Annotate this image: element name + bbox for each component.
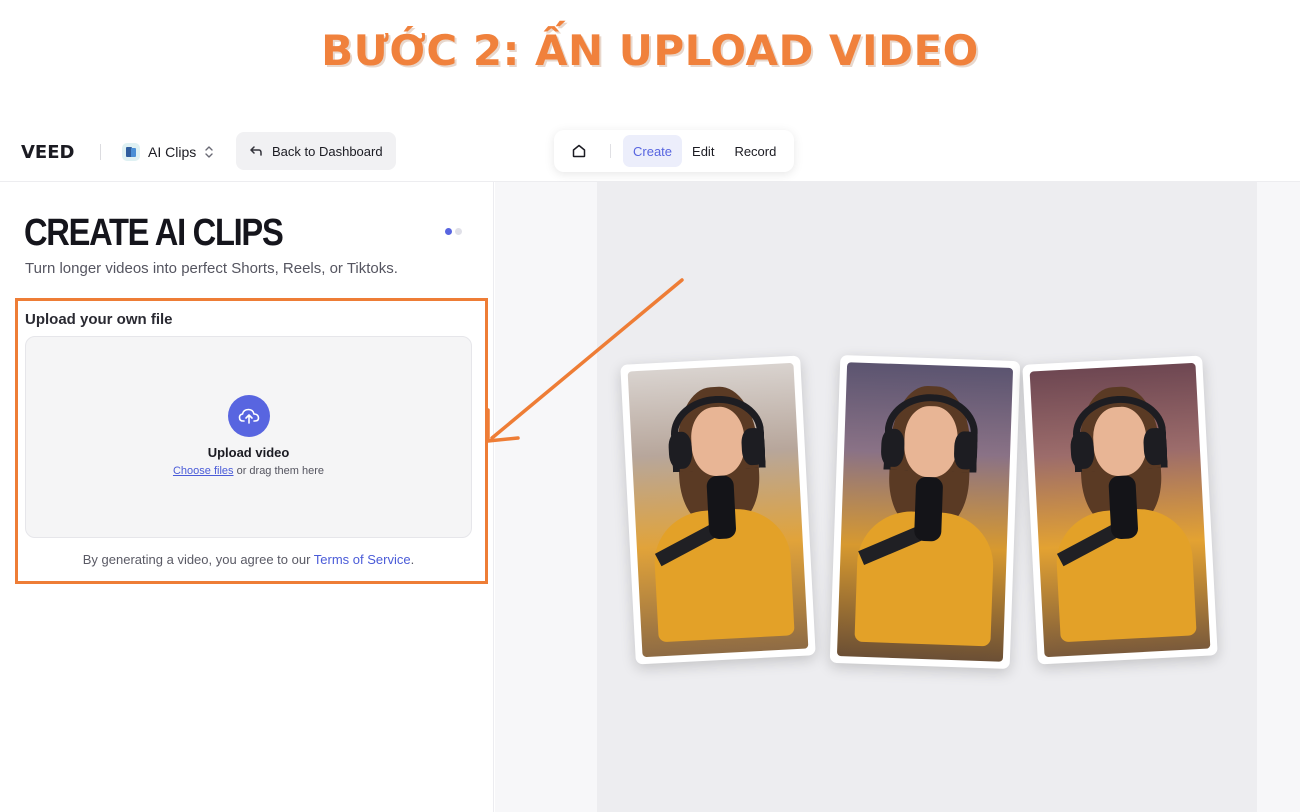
terms-suffix: . (410, 552, 415, 567)
product-selector[interactable]: AI Clips (118, 137, 218, 167)
step-dot-2 (455, 228, 462, 235)
terms-of-service-link[interactable]: Terms of Service (314, 552, 411, 567)
top-bar: VEED AI Clips Back to Dashboard Create E… (0, 120, 1300, 182)
cloud-upload-icon (238, 408, 260, 424)
upload-button[interactable] (228, 395, 270, 437)
preview-card (620, 355, 816, 665)
home-icon (572, 144, 586, 158)
podcast-clip-image (836, 362, 1014, 662)
terms-notice: By generating a video, you agree to our … (25, 552, 472, 567)
tab-create[interactable]: Create (623, 135, 683, 167)
veed-logo[interactable]: VEED (21, 142, 74, 163)
tab-edit[interactable]: Edit (682, 135, 724, 167)
back-to-dashboard-button[interactable]: Back to Dashboard (236, 132, 396, 170)
mode-switcher: Create Edit Record (554, 130, 794, 172)
terms-prefix: By generating a video, you agree to our (82, 552, 314, 567)
product-selector-label: AI Clips (148, 144, 197, 160)
step-dot-1 (445, 228, 452, 235)
ai-clips-icon (122, 143, 140, 161)
step-banner: BƯỚC 2: ẤN UPLOAD VIDEO (321, 26, 979, 75)
step-indicator (445, 228, 462, 235)
page-title: CREATE AI CLIPS (24, 212, 284, 254)
mode-divider (610, 144, 611, 158)
divider (100, 144, 101, 160)
podcast-clip-image (1029, 362, 1211, 658)
upload-hint: Choose files or drag them here (26, 465, 471, 477)
preview-card (1022, 355, 1218, 665)
podcast-clip-image (627, 362, 809, 658)
home-button[interactable] (558, 135, 600, 167)
back-to-dashboard-label: Back to Dashboard (272, 143, 383, 159)
upload-dropzone[interactable]: Upload video Choose files or drag them h… (25, 336, 472, 538)
chevron-up-down-icon (205, 146, 213, 158)
upload-section-label: Upload your own file (25, 311, 173, 328)
page-subtitle: Turn longer videos into perfect Shorts, … (25, 260, 398, 277)
upload-hint-suffix: or drag them here (233, 465, 325, 477)
upload-video-title: Upload video (207, 445, 290, 460)
tab-record[interactable]: Record (724, 135, 786, 167)
choose-files-link[interactable]: Choose files (173, 465, 234, 477)
arrow-back-icon (250, 146, 262, 156)
preview-card (829, 354, 1021, 670)
